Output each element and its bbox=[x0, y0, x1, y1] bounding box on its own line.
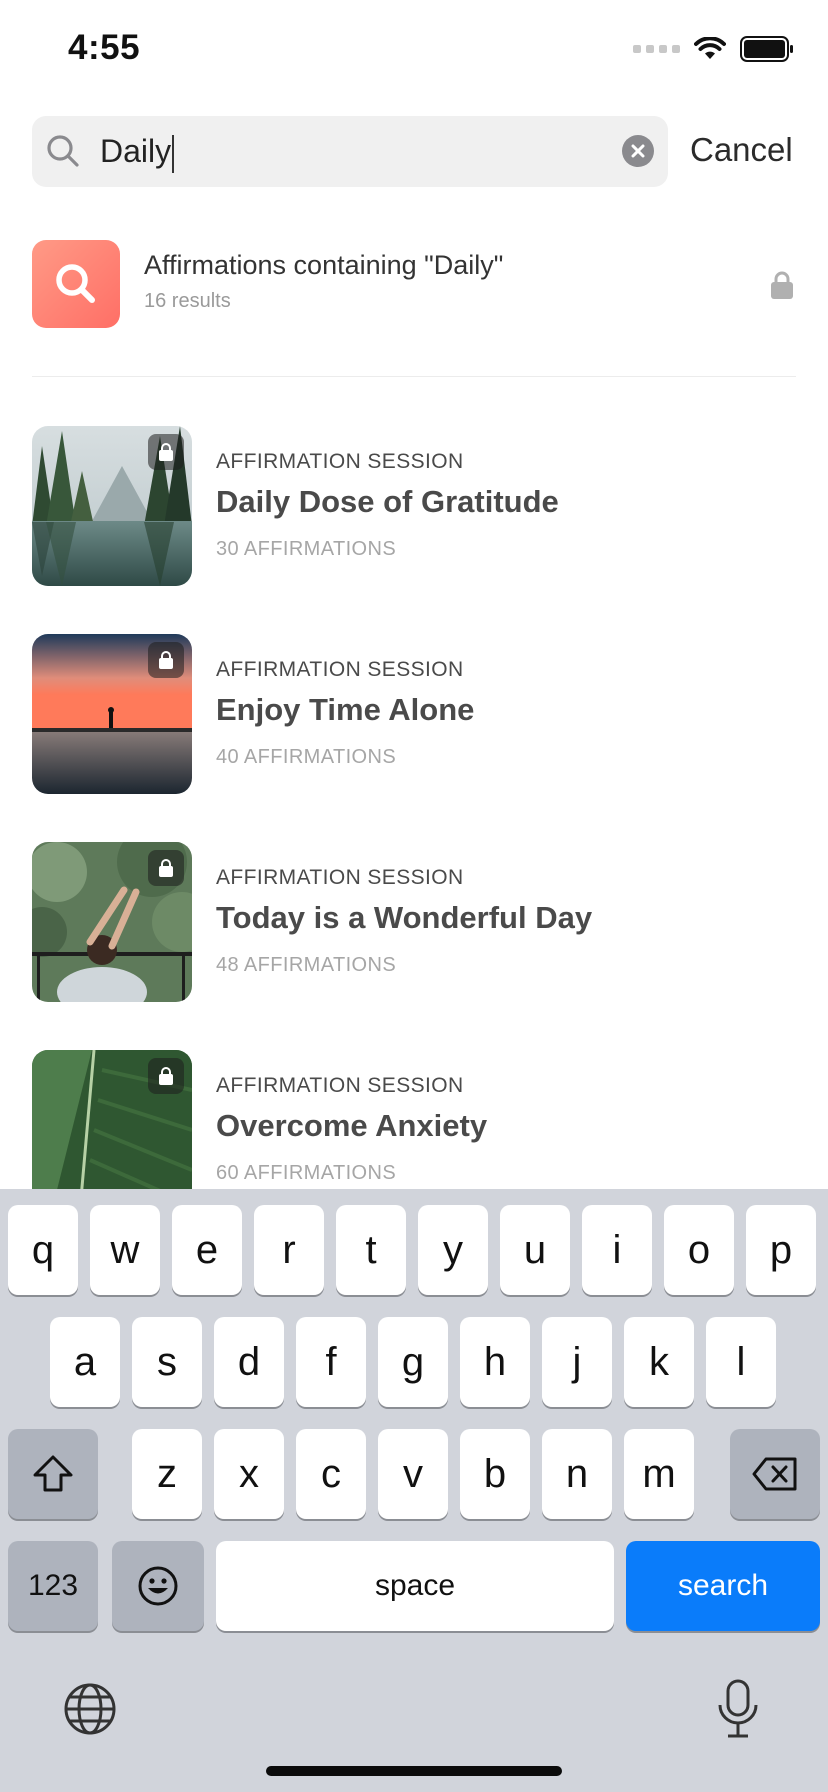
cellular-signal-icon bbox=[633, 45, 680, 53]
result-item[interactable]: AFFIRMATION SESSION Daily Dose of Gratit… bbox=[32, 426, 796, 586]
result-count: 40 AFFIRMATIONS bbox=[216, 746, 397, 768]
key-h[interactable]: h bbox=[460, 1317, 530, 1407]
suggestion-tile bbox=[32, 240, 120, 328]
key-g[interactable]: g bbox=[378, 1317, 448, 1407]
shift-icon bbox=[33, 1455, 73, 1492]
key-q[interactable]: q bbox=[8, 1205, 78, 1295]
result-item[interactable]: AFFIRMATION SESSION Enjoy Time Alone 40 … bbox=[32, 634, 796, 794]
dictation-button[interactable] bbox=[716, 1679, 760, 1744]
key-v[interactable]: v bbox=[378, 1429, 448, 1519]
globe-button[interactable] bbox=[62, 1681, 118, 1742]
key-b[interactable]: b bbox=[460, 1429, 530, 1519]
search-icon bbox=[46, 134, 80, 173]
key-m[interactable]: m bbox=[624, 1429, 694, 1519]
close-icon bbox=[631, 144, 645, 158]
result-count: 30 AFFIRMATIONS bbox=[216, 538, 397, 560]
key-d[interactable]: d bbox=[214, 1317, 284, 1407]
search-icon bbox=[56, 264, 95, 303]
result-title: Enjoy Time Alone bbox=[216, 692, 475, 727]
lock-badge bbox=[148, 434, 184, 470]
search-key[interactable]: search bbox=[626, 1541, 820, 1631]
status-icons bbox=[633, 36, 794, 62]
key-a[interactable]: a bbox=[50, 1317, 120, 1407]
clear-search-button[interactable] bbox=[622, 135, 654, 167]
key-y[interactable]: y bbox=[418, 1205, 488, 1295]
suggestion-title: Affirmations containing "Daily" bbox=[144, 250, 504, 280]
lock-badge bbox=[148, 1058, 184, 1094]
numbers-key[interactable]: 123 bbox=[8, 1541, 98, 1631]
search-input[interactable]: Daily bbox=[32, 116, 668, 187]
globe-icon bbox=[64, 1683, 116, 1735]
session-thumbnail bbox=[32, 634, 192, 794]
key-c[interactable]: c bbox=[296, 1429, 366, 1519]
battery-icon bbox=[740, 36, 793, 62]
result-item[interactable]: AFFIRMATION SESSION Overcome Anxiety 60 … bbox=[32, 1050, 796, 1210]
result-category: AFFIRMATION SESSION bbox=[216, 450, 464, 473]
result-count: 48 AFFIRMATIONS bbox=[216, 954, 397, 976]
search-query-text[interactable]: Daily bbox=[100, 131, 175, 173]
wifi-icon bbox=[694, 37, 726, 59]
emoji-key[interactable] bbox=[112, 1541, 204, 1631]
session-thumbnail bbox=[32, 842, 192, 1002]
text-caret bbox=[172, 134, 175, 173]
key-i[interactable]: i bbox=[582, 1205, 652, 1295]
result-category: AFFIRMATION SESSION bbox=[216, 866, 464, 889]
key-n[interactable]: n bbox=[542, 1429, 612, 1519]
cancel-button[interactable]: Cancel bbox=[690, 130, 793, 170]
key-t[interactable]: t bbox=[336, 1205, 406, 1295]
delete-key[interactable] bbox=[730, 1429, 820, 1519]
home-indicator[interactable] bbox=[266, 1766, 562, 1776]
suggestion-result-count: 16 results bbox=[144, 290, 231, 312]
session-thumbnail bbox=[32, 426, 192, 586]
key-j[interactable]: j bbox=[542, 1317, 612, 1407]
lock-icon bbox=[159, 1067, 173, 1085]
microphone-icon bbox=[718, 1679, 758, 1738]
search-query: Daily bbox=[100, 133, 172, 169]
status-bar: 4:55 bbox=[0, 0, 828, 100]
key-x[interactable]: x bbox=[214, 1429, 284, 1519]
space-key[interactable]: space bbox=[216, 1541, 614, 1631]
key-o[interactable]: o bbox=[664, 1205, 734, 1295]
lock-icon bbox=[159, 651, 173, 669]
lock-icon bbox=[771, 271, 793, 299]
shift-key[interactable] bbox=[8, 1429, 98, 1519]
backspace-icon bbox=[752, 1457, 797, 1491]
lock-badge bbox=[148, 850, 184, 886]
key-s[interactable]: s bbox=[132, 1317, 202, 1407]
result-title: Overcome Anxiety bbox=[216, 1108, 488, 1143]
key-u[interactable]: u bbox=[500, 1205, 570, 1295]
search-suggestion-row[interactable]: Affirmations containing "Daily" 16 resul… bbox=[32, 240, 796, 328]
key-l[interactable]: l bbox=[706, 1317, 776, 1407]
lock-badge bbox=[148, 642, 184, 678]
key-p[interactable]: p bbox=[746, 1205, 816, 1295]
key-r[interactable]: r bbox=[254, 1205, 324, 1295]
result-category: AFFIRMATION SESSION bbox=[216, 658, 464, 681]
status-time: 4:55 bbox=[68, 28, 141, 67]
key-k[interactable]: k bbox=[624, 1317, 694, 1407]
divider bbox=[32, 376, 796, 377]
onscreen-keyboard: q w e r t y u i o p a s d f g h j k l z … bbox=[0, 1189, 828, 1792]
result-title: Today is a Wonderful Day bbox=[216, 900, 593, 935]
key-z[interactable]: z bbox=[132, 1429, 202, 1519]
result-title: Daily Dose of Gratitude bbox=[216, 484, 559, 519]
session-thumbnail bbox=[32, 1050, 192, 1210]
lock-icon bbox=[159, 859, 173, 877]
key-w[interactable]: w bbox=[90, 1205, 160, 1295]
result-category: AFFIRMATION SESSION bbox=[216, 1074, 464, 1097]
lock-icon bbox=[159, 443, 173, 461]
key-e[interactable]: e bbox=[172, 1205, 242, 1295]
result-item[interactable]: AFFIRMATION SESSION Today is a Wonderful… bbox=[32, 842, 796, 1002]
result-count: 60 AFFIRMATIONS bbox=[216, 1162, 397, 1184]
emoji-icon bbox=[138, 1566, 178, 1606]
key-f[interactable]: f bbox=[296, 1317, 366, 1407]
